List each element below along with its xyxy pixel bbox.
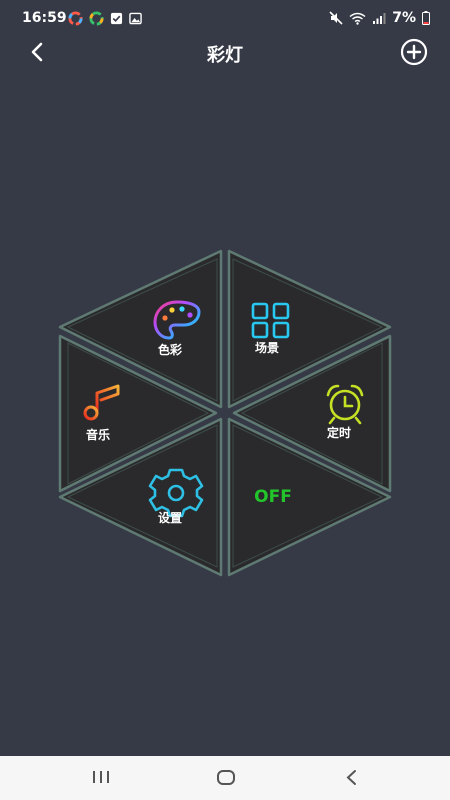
- timer-label: 定时: [326, 426, 352, 440]
- settings-label: 设置: [157, 511, 183, 525]
- hexagon-menu: [58, 249, 392, 577]
- off-label: OFF: [254, 487, 292, 507]
- system-nav-bar: [0, 756, 450, 800]
- color-label: 色彩: [157, 343, 183, 357]
- recent-apps-button[interactable]: [88, 766, 114, 790]
- music-label: 音乐: [85, 428, 111, 442]
- recent-apps-icon: [93, 771, 109, 783]
- back-icon: [346, 770, 356, 785]
- home-button[interactable]: [213, 766, 239, 790]
- nav-back-button[interactable]: [339, 766, 365, 790]
- home-icon: [217, 770, 235, 785]
- scene-label: 场景: [254, 341, 280, 355]
